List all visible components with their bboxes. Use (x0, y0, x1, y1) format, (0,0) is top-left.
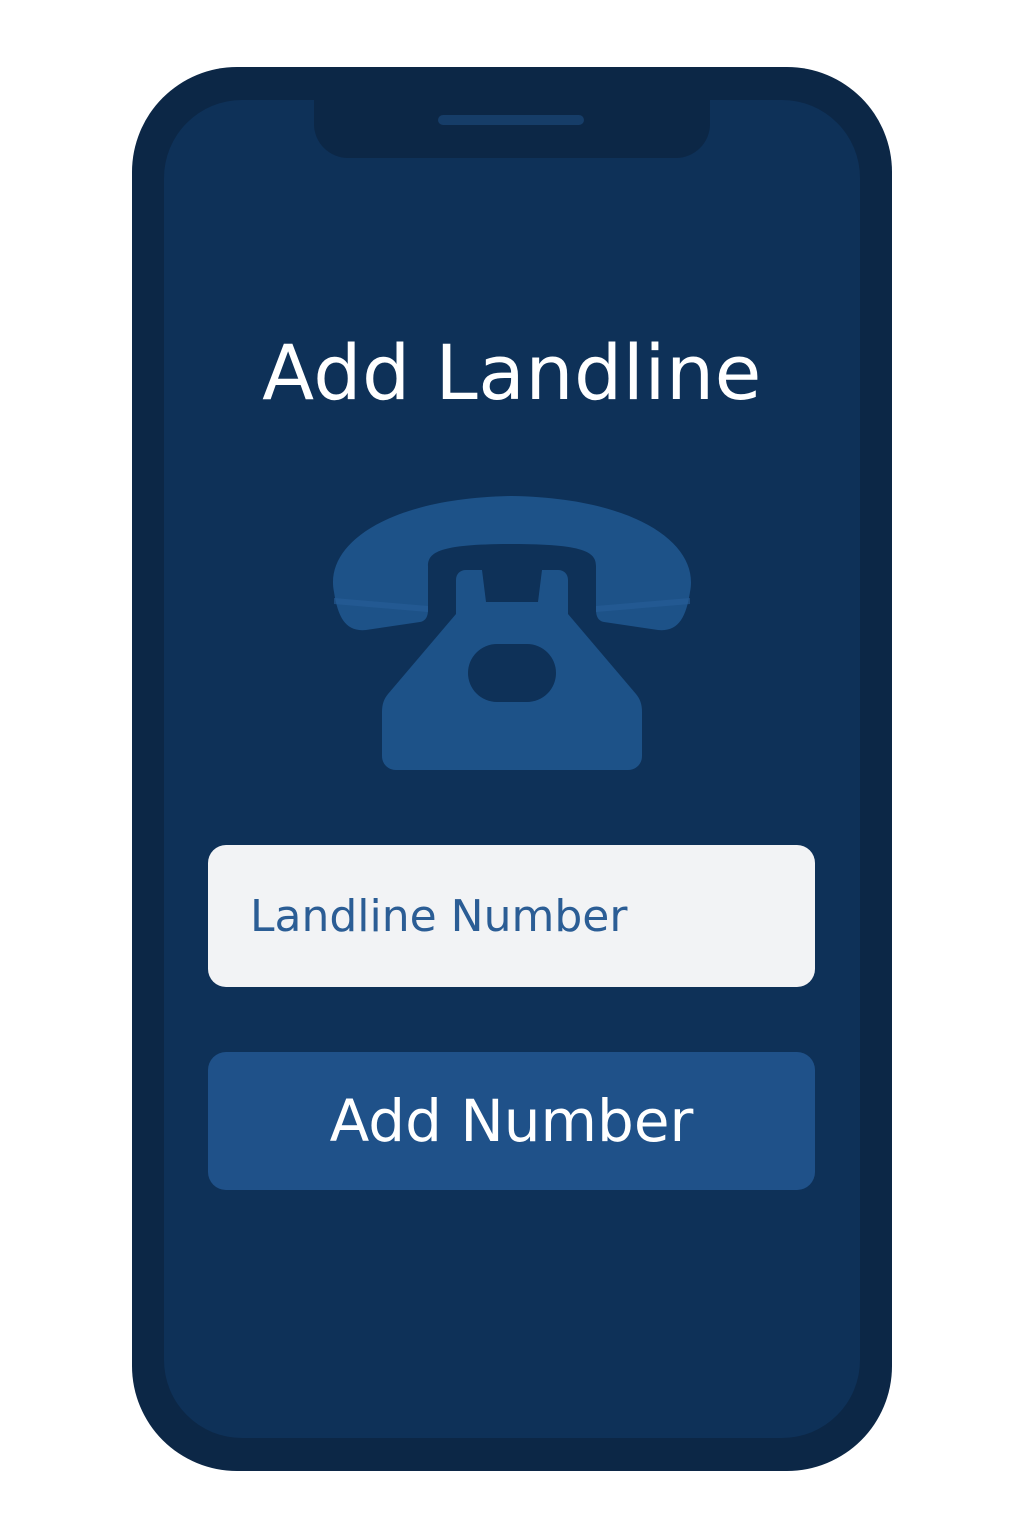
page: Add Landline Add Number (0, 0, 1024, 1536)
telephone-icon (332, 496, 692, 770)
page-title: Add Landline (262, 328, 762, 417)
speaker-grille (438, 115, 584, 125)
phone-notch (314, 96, 710, 158)
landline-number-input[interactable] (208, 845, 815, 987)
add-number-button[interactable]: Add Number (208, 1052, 815, 1190)
